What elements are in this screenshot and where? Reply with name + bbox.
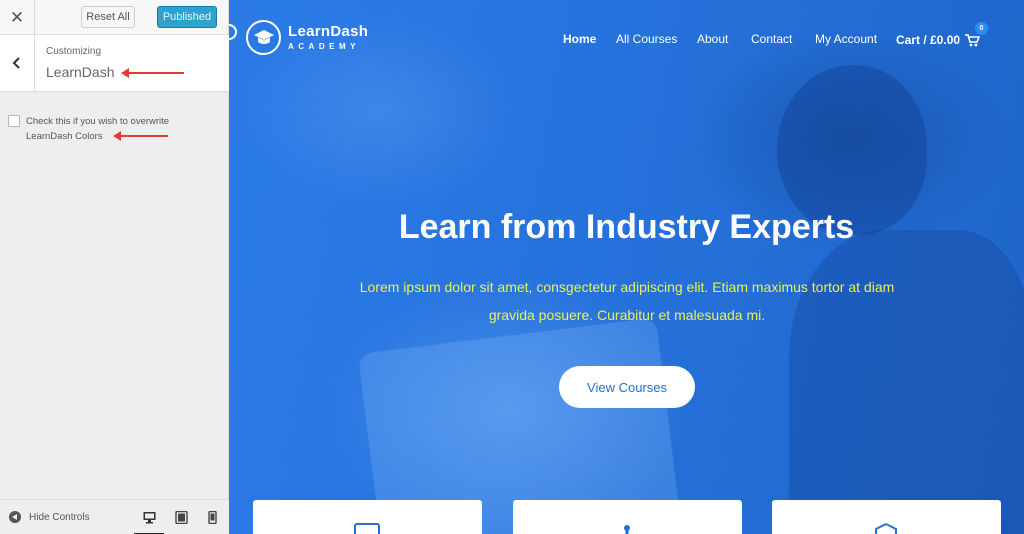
annotation-arrow-icon	[121, 68, 184, 78]
cart-link[interactable]: Cart / £0.00	[896, 33, 981, 47]
overwrite-colors-label: Check this if you wish to overwrite Lear…	[26, 116, 170, 142]
cart-count-badge: 0	[975, 22, 988, 35]
nav-about[interactable]: About	[697, 32, 728, 46]
section-header: Customizing LearnDash	[0, 35, 229, 92]
shield-icon	[875, 523, 897, 534]
hero-description: Lorem ipsum dolor sit amet, consgectetur…	[359, 279, 895, 323]
feature-card	[772, 500, 1001, 534]
cart-label: Cart / £0.00	[896, 33, 961, 47]
collapse-icon	[9, 511, 21, 523]
desktop-icon	[143, 511, 155, 523]
annotation-arrow-icon	[113, 131, 168, 141]
mobile-icon	[207, 510, 217, 524]
customizing-label: Customizing	[46, 46, 102, 57]
device-desktop-button[interactable]	[134, 509, 164, 534]
customizer-footer: Hide Controls	[0, 499, 229, 534]
back-button[interactable]	[0, 35, 35, 91]
close-icon[interactable]: ✕	[0, 0, 35, 35]
hide-controls-button[interactable]: Hide Controls	[9, 511, 90, 523]
reset-all-button[interactable]: Reset All	[81, 6, 135, 28]
monitor-icon	[354, 523, 380, 534]
feature-card	[513, 500, 742, 534]
nav-home[interactable]: Home	[563, 32, 596, 46]
publish-button[interactable]: Published	[157, 6, 217, 28]
cart-icon	[965, 33, 981, 46]
hero-title: Learn from Industry Experts	[398, 208, 855, 246]
customizer-header: ✕ Reset All Published	[0, 0, 228, 35]
chevron-left-icon	[12, 57, 20, 69]
section-title: LearnDash	[46, 64, 115, 80]
nav-my-account[interactable]: My Account	[815, 32, 877, 46]
customizer-sidebar: ✕ Reset All Published Customizing LearnD…	[0, 0, 229, 534]
device-tablet-button[interactable]	[173, 509, 189, 525]
feature-card	[253, 500, 482, 534]
device-mobile-button[interactable]	[204, 509, 220, 525]
overwrite-colors-checkbox[interactable]	[8, 115, 20, 127]
view-courses-button[interactable]: View Courses	[559, 366, 695, 408]
puzzle-icon	[624, 525, 630, 534]
site-preview: LearnDash ACADEMY Home All Courses About…	[229, 0, 1024, 534]
tablet-icon	[174, 510, 188, 524]
nav-contact[interactable]: Contact	[751, 32, 792, 46]
nav-all-courses[interactable]: All Courses	[616, 32, 677, 46]
hide-controls-label: Hide Controls	[29, 511, 90, 523]
